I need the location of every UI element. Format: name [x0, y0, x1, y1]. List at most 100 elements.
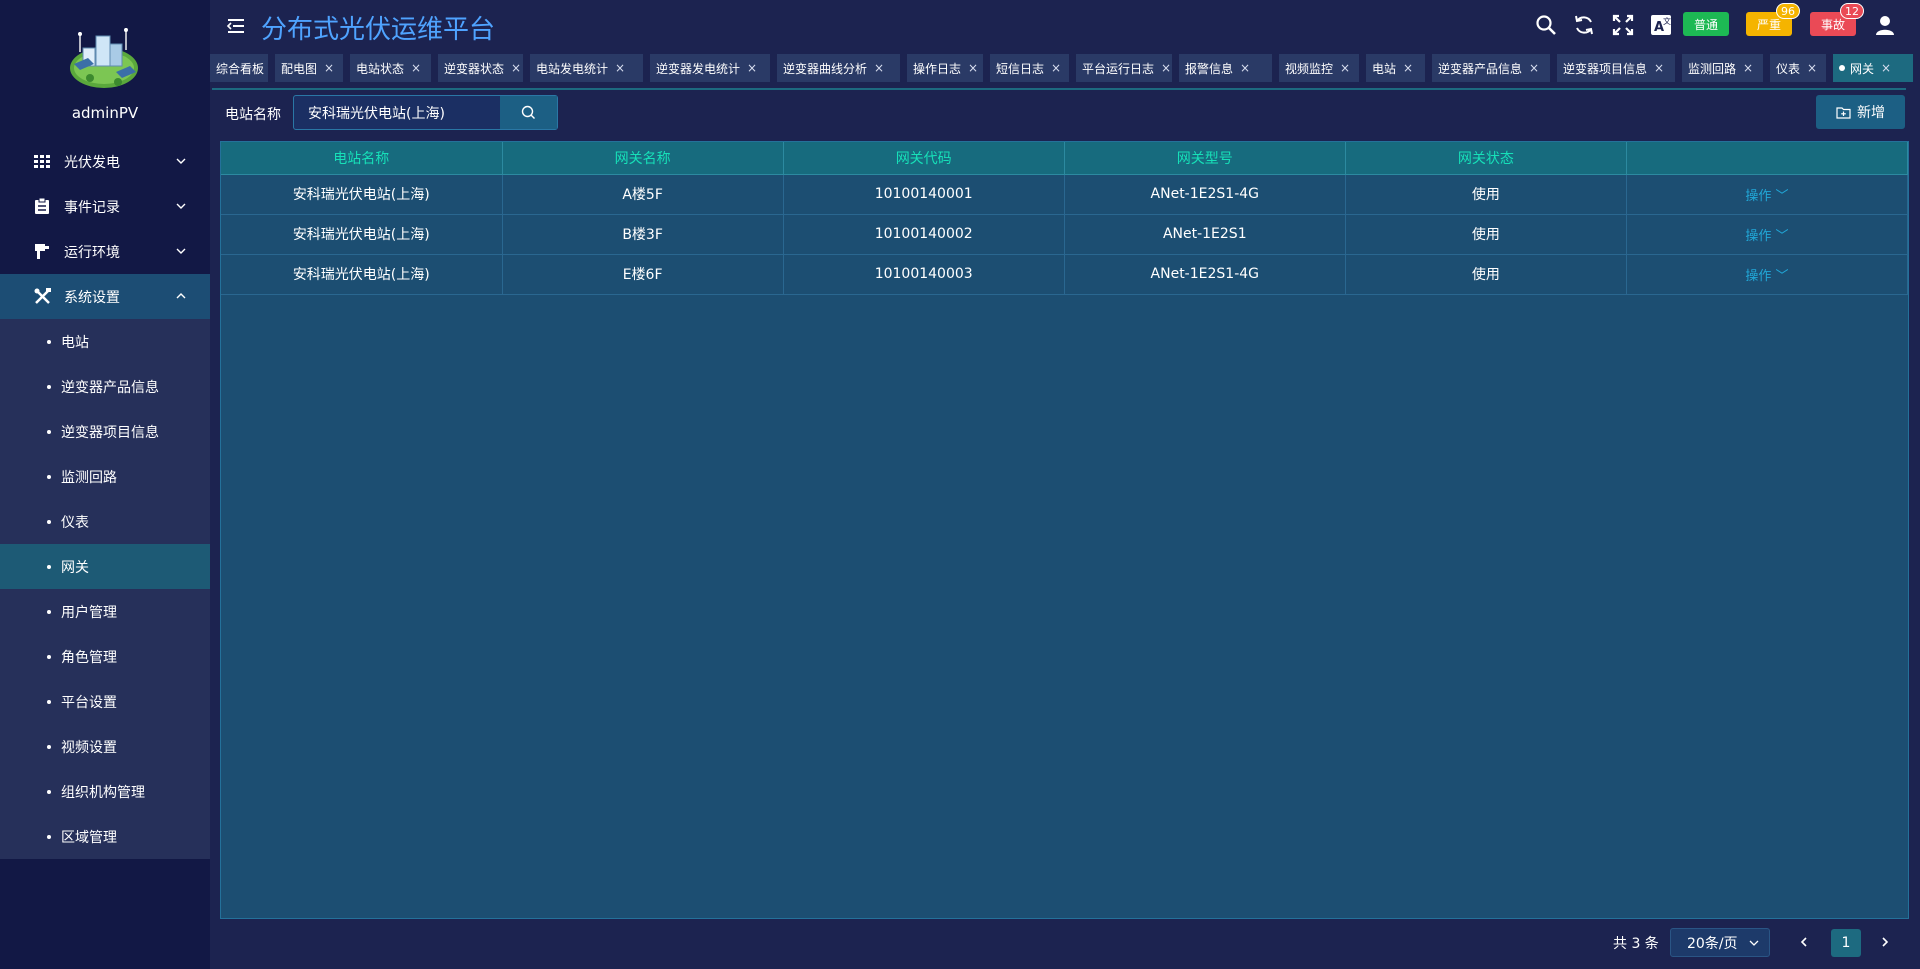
table-row: 安科瑞光伏电站(上海) E楼6F 10100140003 ANet-1E2S1-… [221, 254, 1909, 295]
close-icon[interactable]: × [747, 61, 757, 75]
close-icon[interactable]: × [1161, 61, 1171, 75]
prev-page-button[interactable] [1794, 932, 1814, 952]
close-icon[interactable]: × [1654, 61, 1664, 75]
submenu-item[interactable]: 逆变器产品信息 [0, 364, 210, 409]
close-icon[interactable]: × [874, 61, 884, 75]
submenu-label: 逆变器项目信息 [61, 424, 159, 441]
close-icon[interactable]: × [1051, 61, 1061, 75]
submenu-item[interactable]: 平台设置 [0, 679, 210, 724]
alarm-serious-button[interactable]: 严重 96 [1746, 3, 1800, 36]
tab[interactable]: 逆变器项目信息 × [1557, 54, 1675, 82]
chevron-down-icon: ﹀ [1775, 268, 1789, 284]
row-action-dropdown[interactable]: 操作 ﹀ [1626, 214, 1909, 255]
menu-operating-env[interactable]: 运行环境 [0, 229, 210, 274]
system-settings-submenu: 电站 逆变器产品信息 逆变器项目信息 监测回路 仪表 网关 用户管理 角色管理 … [0, 319, 210, 859]
tab-label: 综合看板 [216, 61, 265, 76]
menu-fold-icon[interactable] [226, 16, 246, 36]
close-icon[interactable]: × [1529, 61, 1539, 75]
tab[interactable]: 逆变器状态 × [438, 54, 523, 82]
add-button[interactable]: 新增 [1816, 95, 1905, 129]
close-icon[interactable]: × [411, 61, 421, 75]
submenu-item[interactable]: 区域管理 [0, 814, 210, 859]
close-icon[interactable]: × [1881, 61, 1891, 75]
tab-label: 网关 [1850, 61, 1875, 76]
submenu-item[interactable]: 仪表 [0, 499, 210, 544]
close-icon[interactable]: × [324, 61, 334, 75]
user-icon[interactable] [1874, 14, 1896, 36]
alarm-count-badge: 96 [1776, 3, 1800, 19]
submenu-label: 区域管理 [61, 829, 117, 846]
station-name-input[interactable] [294, 96, 501, 129]
menu-label: 系统设置 [64, 289, 120, 306]
menu-event-records[interactable]: 事件记录 [0, 184, 210, 229]
submenu-item[interactable]: 视频设置 [0, 724, 210, 769]
sidebar-menu: 光伏发电 事件记录 运行环境 系统设置 电站 逆变器产品信息 逆变器项目信息 监… [0, 139, 210, 859]
alarm-accident-button[interactable]: 事故 12 [1810, 3, 1864, 36]
close-icon[interactable]: × [968, 61, 978, 75]
bullet-icon [47, 429, 51, 434]
tab[interactable]: 操作日志 × [907, 54, 983, 82]
fullscreen-icon[interactable] [1612, 14, 1634, 36]
menu-system-settings[interactable]: 系统设置 [0, 274, 210, 319]
tab[interactable]: 电站状态 × [350, 54, 431, 82]
tab[interactable]: 电站 × [1366, 54, 1425, 82]
submenu-label: 逆变器产品信息 [61, 379, 159, 396]
tab[interactable]: 综合看板 [210, 54, 268, 82]
cell-gateway-code: 10100140001 [783, 174, 1065, 215]
cell-station-name: 安科瑞光伏电站(上海) [221, 174, 503, 215]
search-icon [521, 105, 535, 119]
active-dot-icon [1839, 65, 1845, 71]
submenu-item[interactable]: 用户管理 [0, 589, 210, 634]
refresh-icon[interactable] [1573, 14, 1595, 36]
close-icon[interactable]: × [1340, 61, 1350, 75]
search-button[interactable] [500, 96, 557, 129]
submenu-item[interactable]: 监测回路 [0, 454, 210, 499]
close-icon[interactable]: × [615, 61, 625, 75]
close-icon[interactable]: × [1807, 61, 1817, 75]
submenu-item[interactable]: 电站 [0, 319, 210, 364]
menu-pv-generation[interactable]: 光伏发电 [0, 139, 210, 184]
translate-icon[interactable]: A文 [1650, 14, 1672, 36]
submenu-item-active[interactable]: 网关 [0, 544, 210, 589]
tab[interactable]: 报警信息 × [1179, 54, 1272, 82]
row-action-dropdown[interactable]: 操作 ﹀ [1626, 254, 1909, 295]
app-title: 分布式光伏运维平台 [261, 15, 496, 45]
alarm-label: 严重 [1756, 17, 1781, 32]
close-icon[interactable]: × [511, 61, 521, 75]
tab[interactable]: 配电图 × [275, 54, 343, 82]
tab[interactable]: 监测回路 × [1682, 54, 1763, 82]
alarm-label: 事故 [1820, 17, 1845, 32]
tab[interactable]: 短信日志 × [990, 54, 1069, 82]
bullet-icon [47, 834, 51, 839]
tab[interactable]: 仪表 × [1770, 54, 1826, 82]
tab[interactable]: 逆变器产品信息 × [1432, 54, 1550, 82]
chevron-down-icon [176, 248, 186, 254]
close-icon[interactable]: × [1403, 61, 1413, 75]
submenu-label: 仪表 [61, 514, 89, 531]
chevron-down-icon [176, 158, 186, 164]
page-number-button[interactable]: 1 [1831, 929, 1861, 957]
search-icon[interactable] [1535, 14, 1557, 36]
action-label: 操作 [1745, 268, 1772, 284]
table-header-row: 电站名称 网关名称 网关代码 网关型号 网关状态 [221, 142, 1909, 175]
tab[interactable]: 逆变器发电统计 × [650, 54, 770, 82]
tab[interactable]: 逆变器曲线分析 × [777, 54, 900, 82]
submenu-item[interactable]: 组织机构管理 [0, 769, 210, 814]
close-icon[interactable]: × [1240, 61, 1250, 75]
tab[interactable]: 视频监控 × [1279, 54, 1359, 82]
close-icon[interactable]: × [1743, 61, 1753, 75]
station-name-label: 电站名称 [225, 107, 281, 123]
tab-label: 电站发电统计 [536, 61, 609, 76]
submenu-item[interactable]: 角色管理 [0, 634, 210, 679]
next-page-button[interactable] [1875, 932, 1895, 952]
row-action-dropdown[interactable]: 操作 ﹀ [1626, 174, 1909, 215]
tab[interactable]: 平台运行日志 × [1076, 54, 1172, 82]
bullet-icon [47, 339, 51, 344]
alarm-normal-button[interactable]: 普通 [1683, 12, 1729, 36]
cell-gateway-model: ANet-1E2S1 [1064, 214, 1346, 255]
tab-active[interactable]: 网关 × [1833, 54, 1913, 82]
page-size-select[interactable]: 20条/页 [1670, 928, 1770, 957]
submenu-item[interactable]: 逆变器项目信息 [0, 409, 210, 454]
station-search-box [293, 95, 558, 130]
tab[interactable]: 电站发电统计 × [530, 54, 643, 82]
